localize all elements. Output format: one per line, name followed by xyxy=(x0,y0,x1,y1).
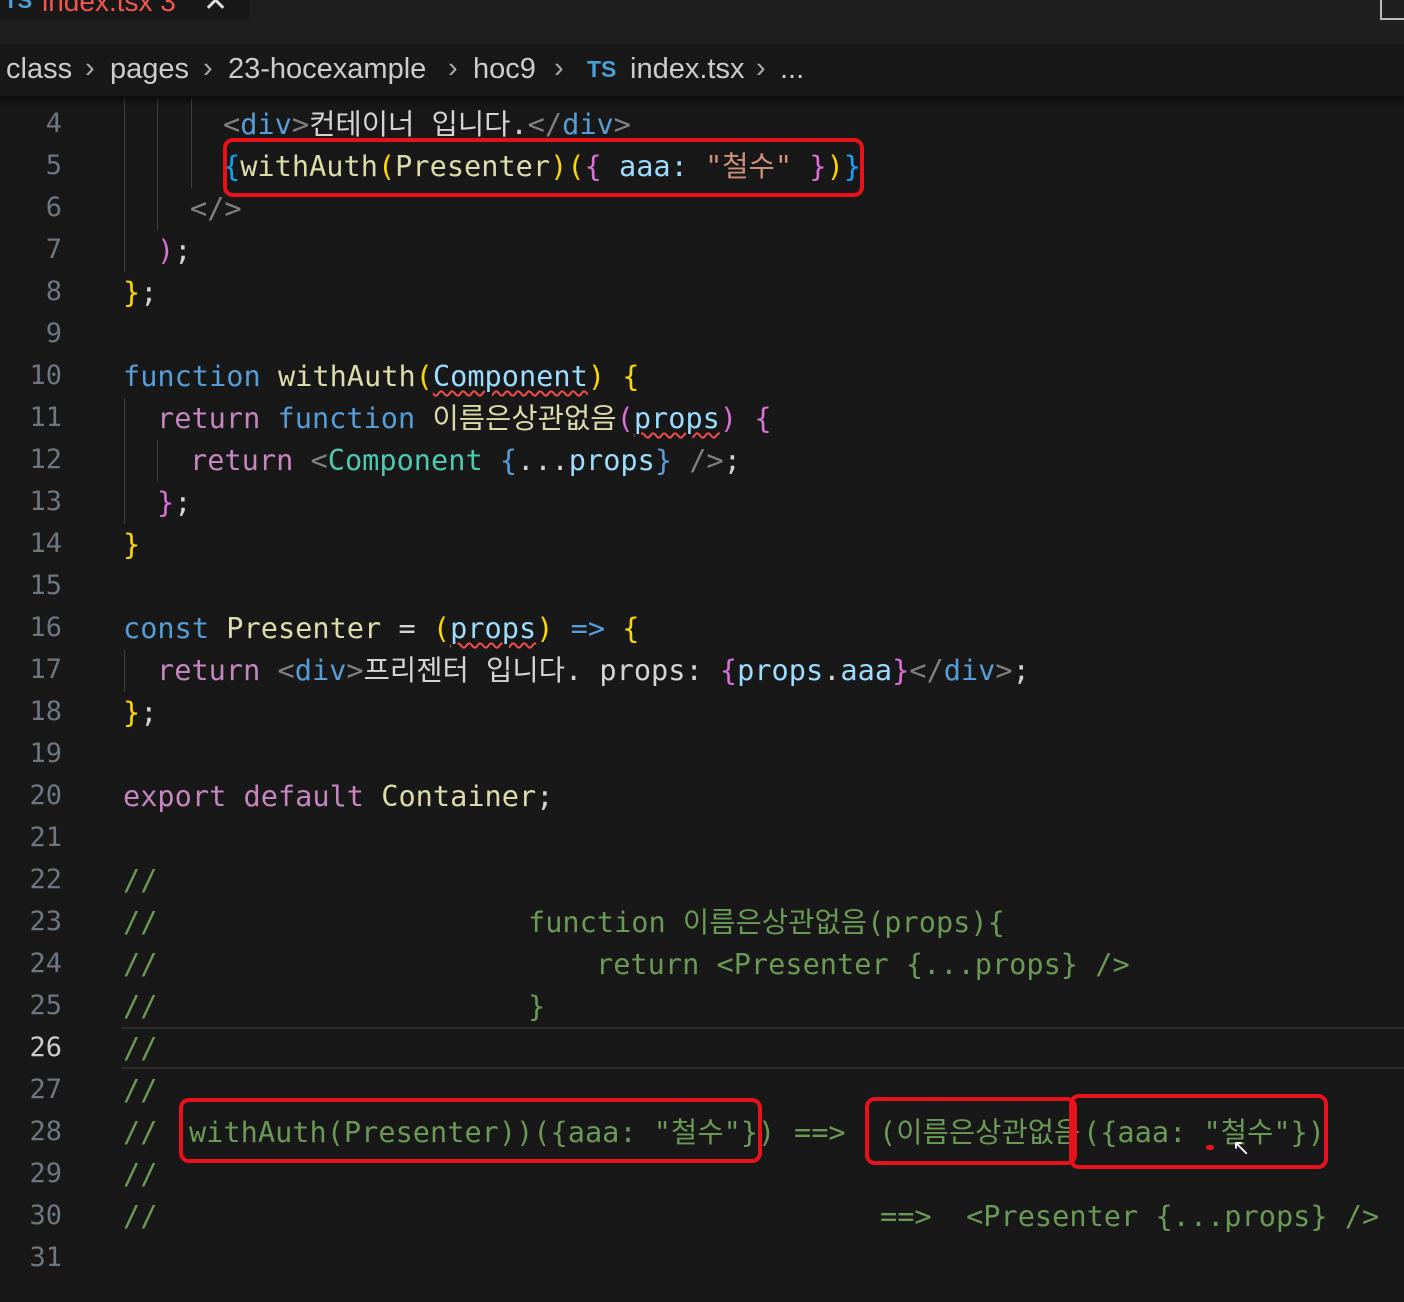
line-number: 16 xyxy=(29,612,62,643)
code-line: 12 return <Component {...props} />; xyxy=(0,439,1404,481)
pen-mark xyxy=(1206,1145,1214,1150)
line-number: 12 xyxy=(29,444,62,475)
line-number: 31 xyxy=(29,1242,62,1273)
line-number: 9 xyxy=(45,318,62,349)
line-number: 18 xyxy=(29,696,62,727)
line-number: 29 xyxy=(29,1158,62,1189)
code-line: 22 // xyxy=(0,859,1404,901)
line-number: 4 xyxy=(45,108,62,139)
annotation-box-withauth-call xyxy=(223,138,864,197)
line-number: 13 xyxy=(29,486,62,517)
code-line: 20 export default Container; xyxy=(0,775,1404,817)
code-line: 30 // ==> <Presenter {...props} /> xyxy=(0,1195,1404,1237)
annotation-box-withauth-comment xyxy=(179,1098,762,1163)
line-number: 27 xyxy=(29,1074,62,1105)
line-number: 30 xyxy=(29,1200,62,1231)
code-line: 21 xyxy=(0,817,1404,859)
line-number: 28 xyxy=(29,1116,62,1147)
breadcrumb-item-more[interactable]: ... xyxy=(780,53,804,86)
code-line: 25 // } xyxy=(0,985,1404,1027)
close-icon[interactable]: ✕ xyxy=(203,0,228,19)
line-number: 23 xyxy=(29,906,62,937)
breadcrumb-item-hoc9[interactable]: hoc9 xyxy=(473,53,536,86)
tab-file-name: index.tsx xyxy=(42,0,153,17)
code-line: 15 xyxy=(0,565,1404,607)
line-number: 20 xyxy=(29,780,62,811)
code-line: 7 ); xyxy=(0,229,1404,271)
code-line: 10 function withAuth(Component) { xyxy=(0,355,1404,397)
line-number: 25 xyxy=(29,990,62,1021)
line-number: 17 xyxy=(29,654,62,685)
line-number: 7 xyxy=(45,234,62,265)
breadcrumb-item-23-hocexample[interactable]: 23-hocexample xyxy=(228,53,426,86)
breadcrumb: class › pages › 23-hocexample › hoc9 › T… xyxy=(0,44,1404,96)
annotation-box-inner-function xyxy=(865,1097,1077,1165)
chevron-right-icon: › xyxy=(756,52,766,84)
typescript-file-icon: TS xyxy=(4,0,33,13)
code-line-active: 26 // xyxy=(0,1027,1404,1069)
code-line: 17 return <div>프리젠터 입니다. props: {props.a… xyxy=(0,649,1404,691)
line-number: 6 xyxy=(45,192,62,223)
code-line: 8 }; xyxy=(0,271,1404,313)
chevron-right-icon: › xyxy=(85,52,95,84)
code-line: 14 } xyxy=(0,523,1404,565)
annotation-box-props-argument xyxy=(1069,1094,1328,1169)
line-number: 5 xyxy=(45,150,62,181)
tab-bar: TS index.tsx 3 ✕ xyxy=(0,0,1404,44)
code-line: 9 xyxy=(0,313,1404,355)
line-number: 26 xyxy=(29,1032,62,1063)
editor-tab-index-tsx[interactable]: TS index.tsx 3 ✕ xyxy=(0,0,250,20)
breadcrumb-item-pages[interactable]: pages xyxy=(110,53,189,86)
code-line: 18 }; xyxy=(0,691,1404,733)
chevron-right-icon: › xyxy=(554,52,564,84)
chevron-right-icon: › xyxy=(448,52,458,84)
line-number: 19 xyxy=(29,738,62,769)
line-number: 8 xyxy=(45,276,62,307)
code-line: 13 }; xyxy=(0,481,1404,523)
line-number: 15 xyxy=(29,570,62,601)
mouse-cursor-icon: ↖ xyxy=(1232,1136,1251,1161)
line-number: 10 xyxy=(29,360,62,391)
code-line: 16 const Presenter = (props) => { xyxy=(0,607,1404,649)
breadcrumb-item-index-tsx[interactable]: index.tsx xyxy=(630,53,744,86)
code-line: 23 // function 이름은상관없음(props){ xyxy=(0,901,1404,943)
chevron-right-icon: › xyxy=(203,52,213,84)
line-number: 24 xyxy=(29,948,62,979)
code-line: 19 xyxy=(0,733,1404,775)
code-line: 31 xyxy=(0,1237,1404,1279)
line-number: 21 xyxy=(29,822,62,853)
line-number: 22 xyxy=(29,864,62,895)
code-line: 11 return function 이름은상관없음(props) { xyxy=(0,397,1404,439)
tab-problem-count: 3 xyxy=(160,0,176,17)
run-icon[interactable] xyxy=(1380,0,1404,20)
line-number: 14 xyxy=(29,528,62,559)
breadcrumb-item-class[interactable]: class xyxy=(6,53,72,86)
typescript-file-icon: TS xyxy=(587,56,617,82)
line-number: 11 xyxy=(29,402,62,433)
code-line: 24 // return <Presenter {...props} /> xyxy=(0,943,1404,985)
